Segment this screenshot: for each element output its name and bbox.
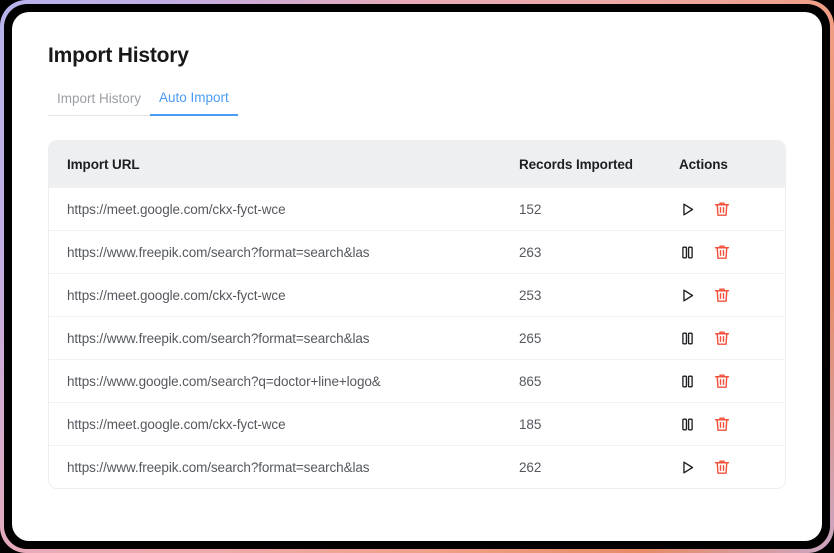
table-body: https://meet.google.com/ckx-fyct-wce 152 h… (49, 187, 785, 488)
cell-actions (679, 329, 767, 347)
cell-records-imported: 185 (519, 416, 542, 432)
table-row: https://meet.google.com/ckx-fyct-wce 185 (49, 402, 785, 445)
column-header-records-imported: Records Imported (519, 156, 633, 172)
table-row: https://meet.google.com/ckx-fyct-wce 253 (49, 273, 785, 316)
pause-icon[interactable] (679, 330, 696, 347)
column-header-actions: Actions (679, 156, 728, 172)
table-row: https://www.freepik.com/search?format=se… (49, 316, 785, 359)
cell-records-imported: 865 (519, 373, 542, 389)
import-history-table: Import URL Records Imported Actions http… (48, 140, 786, 489)
import-history-card: Import History Import History Auto Import… (12, 12, 822, 541)
trash-icon[interactable] (713, 243, 731, 261)
tab-bar: Import History Auto Import (48, 90, 786, 116)
table-row: https://www.google.com/search?q=doctor+l… (49, 359, 785, 402)
tab-auto-import[interactable]: Auto Import (150, 90, 238, 116)
tab-import-history[interactable]: Import History (48, 91, 151, 116)
cell-records-imported: 262 (519, 459, 542, 475)
trash-icon[interactable] (713, 415, 731, 433)
cell-records-imported: 263 (519, 244, 542, 260)
table-row: https://meet.google.com/ckx-fyct-wce 152 (49, 187, 785, 230)
cell-actions (679, 286, 767, 304)
pause-icon[interactable] (679, 244, 696, 261)
gradient-frame-border: Import History Import History Auto Import… (0, 0, 834, 553)
cell-import-url: https://www.freepik.com/search?format=se… (67, 244, 370, 260)
cell-import-url: https://meet.google.com/ckx-fyct-wce (67, 287, 286, 303)
cell-import-url: https://meet.google.com/ckx-fyct-wce (67, 201, 286, 217)
trash-icon[interactable] (713, 372, 731, 390)
cell-records-imported: 253 (519, 287, 542, 303)
cell-actions (679, 243, 767, 261)
table-row: https://www.freepik.com/search?format=se… (49, 230, 785, 273)
cell-actions (679, 200, 767, 218)
trash-icon[interactable] (713, 329, 731, 347)
play-icon[interactable] (679, 459, 696, 476)
table-header-row: Import URL Records Imported Actions (49, 141, 785, 187)
trash-icon[interactable] (713, 200, 731, 218)
play-icon[interactable] (679, 201, 696, 218)
cell-records-imported: 265 (519, 330, 542, 346)
play-icon[interactable] (679, 287, 696, 304)
cell-actions (679, 458, 767, 476)
frame-inner-band: Import History Import History Auto Import… (4, 4, 830, 549)
trash-icon[interactable] (713, 286, 731, 304)
trash-icon[interactable] (713, 458, 731, 476)
cell-import-url: https://meet.google.com/ckx-fyct-wce (67, 416, 286, 432)
column-header-import-url: Import URL (67, 156, 140, 172)
cell-import-url: https://www.freepik.com/search?format=se… (67, 330, 370, 346)
cell-actions (679, 372, 767, 390)
cell-import-url: https://www.freepik.com/search?format=se… (67, 459, 370, 475)
page-title: Import History (48, 44, 189, 67)
cell-records-imported: 152 (519, 201, 542, 217)
pause-icon[interactable] (679, 416, 696, 433)
pause-icon[interactable] (679, 373, 696, 390)
cell-import-url: https://www.google.com/search?q=doctor+l… (67, 373, 381, 389)
cell-actions (679, 415, 767, 433)
table-row: https://www.freepik.com/search?format=se… (49, 445, 785, 488)
